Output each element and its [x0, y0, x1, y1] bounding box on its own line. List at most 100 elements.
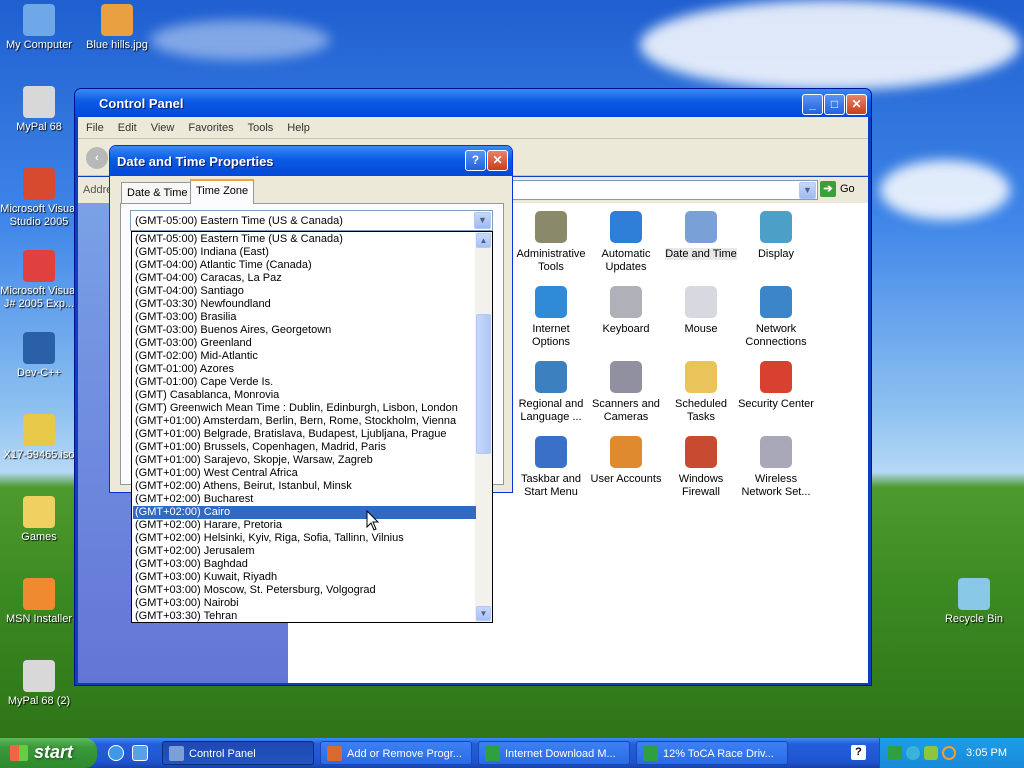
search-tray-icon[interactable]	[942, 746, 956, 760]
show-desktop-icon[interactable]	[132, 745, 148, 761]
time-zone-option[interactable]: (GMT+02:00) Harare, Pretoria	[133, 519, 476, 532]
time-zone-option[interactable]: (GMT-02:00) Mid-Atlantic	[133, 350, 476, 363]
task-toca-race-driver[interactable]: 12% ToCA Race Driv...	[636, 741, 788, 765]
scheduled-tasks-icon	[685, 361, 717, 393]
time-zone-option[interactable]: (GMT+03:30) Tehran	[133, 610, 476, 622]
time-zone-option[interactable]: (GMT-04:00) Santiago	[133, 285, 476, 298]
list-scrollbar[interactable]: ▲ ▼	[475, 232, 492, 622]
cp-item-label: Taskbar and Start Menu	[521, 473, 581, 498]
help-tray-icon[interactable]: ?	[851, 745, 866, 760]
menu-file[interactable]: File	[78, 117, 110, 134]
menu-edit[interactable]: Edit	[110, 117, 143, 134]
menu-view[interactable]: View	[143, 117, 181, 134]
time-zone-option[interactable]: (GMT) Greenwich Mean Time : Dublin, Edin…	[133, 402, 476, 415]
close-button[interactable]: ✕	[846, 94, 867, 115]
time-zone-option[interactable]: (GMT+02:00) Cairo	[133, 506, 476, 519]
internet-explorer-icon[interactable]	[108, 745, 124, 761]
task-control-panel[interactable]: Control Panel	[162, 741, 314, 765]
cp-item-display[interactable]: Display	[737, 211, 815, 261]
cp-item-network-connections[interactable]: Network Connections	[737, 286, 815, 349]
security-tray-icon[interactable]	[924, 746, 938, 760]
time-zone-option[interactable]: (GMT) Casablanca, Monrovia	[133, 389, 476, 402]
time-zone-option[interactable]: (GMT-03:00) Greenland	[133, 337, 476, 350]
desktop-icon-recycle-bin[interactable]: Recycle Bin	[935, 578, 1013, 626]
time-zone-list[interactable]: ▲ ▼ (GMT-05:00) Eastern Time (US & Canad…	[131, 231, 493, 623]
desktop-icon-blue-hills[interactable]: Blue hills.jpg	[78, 4, 156, 52]
time-zone-option[interactable]: (GMT+02:00) Helsinki, Kyiv, Riga, Sofia,…	[133, 532, 476, 545]
network-tray-icon[interactable]	[906, 746, 920, 760]
cp-item-internet-options[interactable]: Internet Options	[512, 286, 590, 349]
time-zone-option[interactable]: (GMT+03:00) Baghdad	[133, 558, 476, 571]
cp-item-windows-firewall[interactable]: Windows Firewall	[662, 436, 740, 499]
go-button[interactable]: ➔ Go	[820, 181, 855, 197]
chevron-down-icon[interactable]: ▼	[799, 182, 816, 199]
menu-tools[interactable]: Tools	[240, 117, 280, 134]
desktop-icon-my-computer[interactable]: My Computer	[0, 4, 78, 52]
time-zone-option[interactable]: (GMT-03:30) Newfoundland	[133, 298, 476, 311]
time-zone-option[interactable]: (GMT+03:00) Nairobi	[133, 597, 476, 610]
download-tray-icon[interactable]	[888, 746, 902, 760]
desktop-icon-dev-cpp[interactable]: Dev-C++	[0, 332, 78, 380]
desktop-icon-msn-installer[interactable]: MSN Installer	[0, 578, 78, 626]
time-zone-option[interactable]: (GMT-04:00) Caracas, La Paz	[133, 272, 476, 285]
desktop-icon-mypal-68-2[interactable]: MyPal 68 (2)	[0, 660, 78, 708]
dialog-title[interactable]: Date and Time Properties	[110, 146, 512, 176]
cp-item-administrative-tools[interactable]: Administrative Tools	[512, 211, 590, 274]
dialog-close-button[interactable]: ✕	[487, 150, 508, 171]
cp-item-security-center[interactable]: Security Center	[737, 361, 815, 411]
time-zone-option[interactable]: (GMT+02:00) Bucharest	[133, 493, 476, 506]
desktop-icon-games[interactable]: Games	[0, 496, 78, 544]
clock[interactable]: 3:05 PM	[966, 747, 1007, 759]
desktop-icon-ms-visual-studio[interactable]: Microsoft Visual Studio 2005	[0, 168, 78, 229]
maximize-button[interactable]: □	[824, 94, 845, 115]
cp-item-automatic-updates[interactable]: Automatic Updates	[587, 211, 665, 274]
minimize-button[interactable]: _	[802, 94, 823, 115]
tab-time-zone[interactable]: Time Zone	[190, 179, 255, 204]
time-zone-option[interactable]: (GMT-05:00) Eastern Time (US & Canada)	[133, 233, 476, 246]
time-zone-option[interactable]: (GMT-01:00) Azores	[133, 363, 476, 376]
time-zone-option[interactable]: (GMT+01:00) Sarajevo, Skopje, Warsaw, Za…	[133, 454, 476, 467]
desktop-icon-x17-iso[interactable]: X17-59465.iso	[0, 414, 78, 462]
time-zone-option[interactable]: (GMT+01:00) Amsterdam, Berlin, Bern, Rom…	[133, 415, 476, 428]
menu-help[interactable]: Help	[279, 117, 316, 134]
chevron-down-icon[interactable]: ▼	[474, 212, 491, 229]
scroll-up-icon[interactable]: ▲	[476, 233, 491, 248]
task-add-remove-programs[interactable]: Add or Remove Progr...	[320, 741, 472, 765]
scroll-down-icon[interactable]: ▼	[476, 606, 491, 621]
cp-item-keyboard[interactable]: Keyboard	[587, 286, 665, 336]
time-zone-option[interactable]: (GMT+02:00) Athens, Beirut, Istanbul, Mi…	[133, 480, 476, 493]
time-zone-option[interactable]: (GMT-05:00) Indiana (East)	[133, 246, 476, 259]
time-zone-select[interactable]: (GMT-05:00) Eastern Time (US & Canada) ▼	[130, 210, 493, 231]
time-zone-option[interactable]: (GMT+01:00) Brussels, Copenhagen, Madrid…	[133, 441, 476, 454]
dev-cpp-icon	[23, 332, 55, 364]
desktop-icon-mypal-68[interactable]: MyPal 68	[0, 86, 78, 134]
back-arrow-icon[interactable]: ‹	[86, 147, 108, 169]
scroll-thumb[interactable]	[476, 314, 491, 454]
start-button[interactable]: start	[0, 738, 97, 768]
cp-item-regional-language[interactable]: Regional and Language ...	[512, 361, 590, 424]
time-zone-option[interactable]: (GMT+01:00) West Central Africa	[133, 467, 476, 480]
time-zone-option[interactable]: (GMT+01:00) Belgrade, Bratislava, Budape…	[133, 428, 476, 441]
cp-item-wireless-network[interactable]: Wireless Network Set...	[737, 436, 815, 499]
time-zone-option[interactable]: (GMT-03:00) Brasilia	[133, 311, 476, 324]
tab-date-time[interactable]: Date & Time	[121, 182, 194, 203]
task-internet-download-manager[interactable]: Internet Download M...	[478, 741, 630, 765]
menu-favorites[interactable]: Favorites	[180, 117, 239, 134]
cp-item-user-accounts[interactable]: User Accounts	[587, 436, 665, 486]
cp-item-date-and-time[interactable]: Date and Time	[662, 211, 740, 261]
cp-item-taskbar-start-menu[interactable]: Taskbar and Start Menu	[512, 436, 590, 499]
time-zone-option[interactable]: (GMT-03:00) Buenos Aires, Georgetown	[133, 324, 476, 337]
windows-firewall-icon	[685, 436, 717, 468]
time-zone-option[interactable]: (GMT-04:00) Atlantic Time (Canada)	[133, 259, 476, 272]
window-title[interactable]: Control Panel	[75, 89, 871, 117]
task-label: Internet Download M...	[505, 748, 616, 760]
time-zone-option[interactable]: (GMT-01:00) Cape Verde Is.	[133, 376, 476, 389]
time-zone-option[interactable]: (GMT+03:00) Kuwait, Riyadh	[133, 571, 476, 584]
time-zone-option[interactable]: (GMT+03:00) Moscow, St. Petersburg, Volg…	[133, 584, 476, 597]
desktop-icon-ms-visual-jsharp[interactable]: Microsoft Visual J# 2005 Exp...	[0, 250, 78, 311]
time-zone-option[interactable]: (GMT+02:00) Jerusalem	[133, 545, 476, 558]
cp-item-mouse[interactable]: Mouse	[662, 286, 740, 336]
cp-item-scheduled-tasks[interactable]: Scheduled Tasks	[662, 361, 740, 424]
cp-item-scanners-cameras[interactable]: Scanners and Cameras	[587, 361, 665, 424]
help-button[interactable]: ?	[465, 150, 486, 171]
